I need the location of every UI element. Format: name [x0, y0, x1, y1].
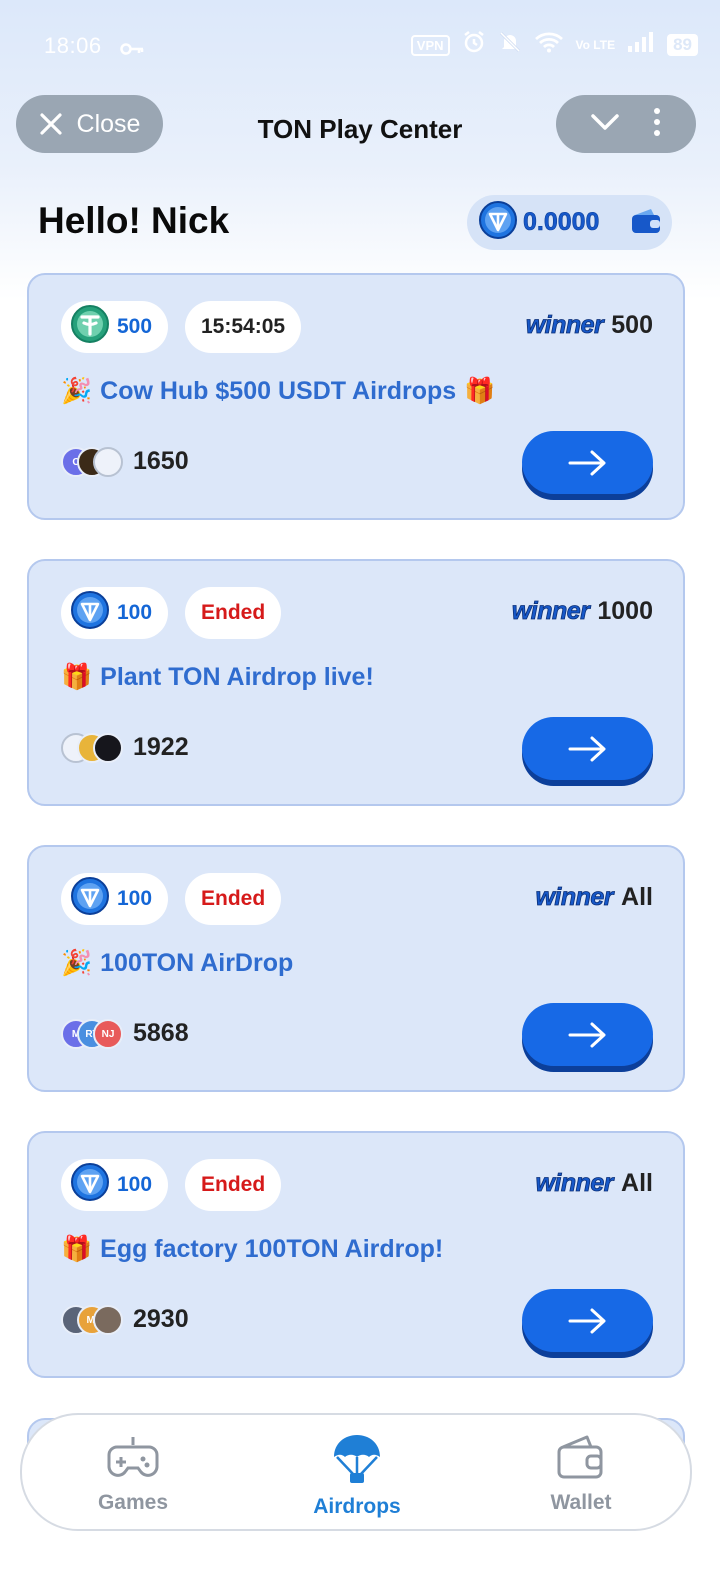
menu-button-group [556, 95, 696, 153]
wallet-icon [557, 1435, 603, 1479]
card-title-text: Egg factory 100TON Airdrop! [100, 1235, 444, 1263]
participant-avatars [61, 733, 125, 763]
participant-avatars: C [61, 447, 125, 477]
status-time: 18:06 [44, 33, 102, 58]
balance-pill[interactable]: 0.0000 [467, 195, 672, 250]
airdrop-card[interactable]: 500 15:54:05 winner 500 🎉 Cow Hub $500 U… [27, 273, 685, 520]
greeting: Hello! Nick [38, 200, 230, 241]
prize-amount: 100 [117, 887, 153, 910]
party-popper-icon: 🎉 [61, 949, 93, 977]
wallet-icon [630, 207, 662, 240]
nav-wallet-label: Wallet [550, 1491, 612, 1514]
participant-avatars: MI [61, 1305, 125, 1335]
airdrop-card[interactable]: 100 Ended winner All 🎉 100TON AirDrop M … [27, 845, 685, 1092]
nav-airdrops-label: Airdrops [313, 1495, 401, 1518]
winner-label: winner [535, 1169, 614, 1198]
participant-count: 5868 [133, 1019, 189, 1047]
bottom-nav: Games Airdrops Wallet [20, 1413, 692, 1531]
open-airdrop-button[interactable] [522, 431, 653, 494]
participant-count: 2930 [133, 1305, 189, 1333]
winner-label: winner [511, 597, 590, 626]
avatar [93, 1305, 123, 1335]
winner-label: winner [525, 311, 604, 340]
prize-chip: 500 [61, 301, 169, 353]
ton-icon [479, 201, 517, 244]
status-bar: 18:06 VPN Vo LTE 89 [0, 0, 720, 92]
ton-icon [71, 591, 109, 635]
tether-icon [71, 305, 109, 349]
open-airdrop-button[interactable] [522, 717, 653, 780]
key-icon [120, 36, 144, 62]
arrow-right-icon [568, 1022, 605, 1047]
card-title: 🎉 100TON AirDrop [61, 949, 293, 978]
airdrop-card[interactable]: 100 Ended winner All 🎁 Egg factory 100TO… [27, 1131, 685, 1378]
gift-icon: 🎁 [464, 377, 496, 405]
prize-chip: 100 [61, 587, 169, 639]
winner-value: All [621, 1169, 653, 1197]
winner-info: winner 500 [525, 311, 653, 340]
more-vertical-icon[interactable] [652, 107, 662, 142]
prize-chip: 100 [61, 1159, 169, 1211]
gift-icon: 🎁 [61, 1235, 93, 1263]
open-airdrop-button[interactable] [522, 1003, 653, 1066]
chevron-down-icon[interactable] [590, 112, 620, 137]
balance-value: 0.0000 [523, 208, 600, 237]
prize-amount: 100 [117, 601, 153, 624]
prize-amount: 100 [117, 1173, 153, 1196]
status-badge: Ended [185, 587, 282, 639]
battery-icon: 89 [667, 34, 698, 56]
countdown-chip: 15:54:05 [185, 301, 302, 353]
parachute-icon [334, 1435, 380, 1483]
card-title: 🎁 Egg factory 100TON Airdrop! [61, 1235, 443, 1264]
card-title: 🎉 Cow Hub $500 USDT Airdrops 🎁 [61, 377, 495, 406]
gamepad-icon [107, 1437, 159, 1477]
wifi-icon [534, 31, 564, 59]
card-title: 🎁 Plant TON Airdrop live! [61, 663, 374, 692]
ton-icon [71, 877, 109, 921]
winner-value: 1000 [597, 597, 653, 625]
nav-games-label: Games [97, 1491, 169, 1514]
card-title-text: 100TON AirDrop [100, 949, 294, 977]
winner-info: winner All [535, 1169, 653, 1198]
open-airdrop-button[interactable] [522, 1289, 653, 1352]
participant-avatars: M RT NJ [61, 1019, 125, 1049]
prize-amount: 500 [117, 315, 153, 338]
winner-label: winner [535, 883, 614, 912]
winner-info: winner 1000 [511, 597, 653, 626]
nav-wallet[interactable]: Wallet [506, 1433, 656, 1515]
status-badge: Ended [185, 873, 282, 925]
alarm-icon [462, 30, 486, 60]
prize-chip: 100 [61, 873, 169, 925]
arrow-right-icon [568, 1308, 605, 1333]
participant-count: 1650 [133, 447, 189, 475]
signal-icon [627, 31, 655, 59]
arrow-right-icon [568, 450, 605, 475]
card-title-text: Plant TON Airdrop live! [100, 663, 374, 691]
ton-icon [71, 1163, 109, 1207]
party-popper-icon: 🎉 [61, 377, 93, 405]
participant-count: 1922 [133, 733, 189, 761]
nav-airdrops[interactable]: Airdrops [282, 1433, 432, 1519]
vpn-icon: VPN [410, 34, 450, 56]
winner-info: winner All [535, 883, 653, 912]
airdrop-card[interactable]: 100 Ended winner 1000 🎁 Plant TON Airdro… [27, 559, 685, 806]
winner-value: All [621, 883, 653, 911]
winner-value: 500 [611, 311, 653, 339]
arrow-right-icon [568, 736, 605, 761]
mute-bell-icon [498, 30, 522, 60]
avatar [93, 733, 123, 763]
nav-games[interactable]: Games [58, 1433, 208, 1515]
gift-icon: 🎁 [61, 663, 93, 691]
avatar: NJ [93, 1019, 123, 1049]
status-icons: VPN Vo LTE 89 [410, 30, 698, 60]
volte-icon: Vo LTE [575, 37, 616, 52]
status-badge: Ended [185, 1159, 282, 1211]
avatar [93, 447, 123, 477]
card-title-text: Cow Hub $500 USDT Airdrops [100, 377, 457, 405]
